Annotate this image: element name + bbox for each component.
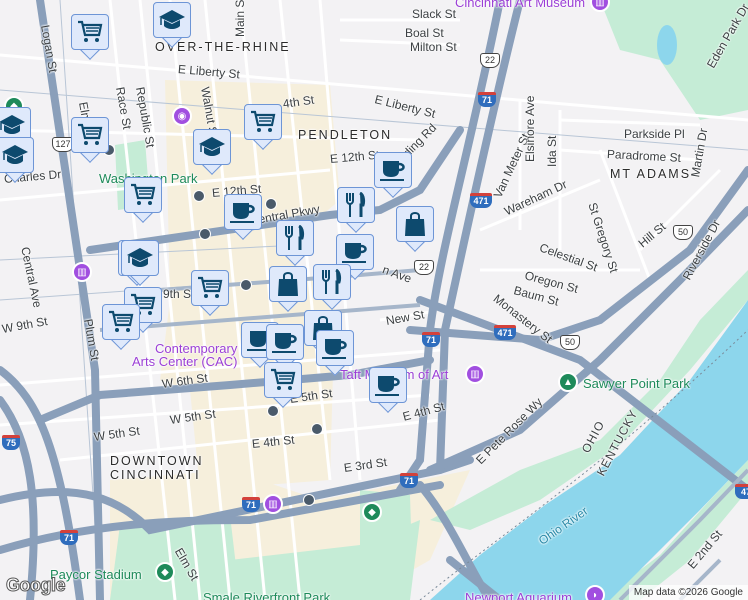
grocery-cart-icon	[71, 117, 109, 153]
street-label: Ida St	[545, 135, 559, 167]
coffee-cup-marker[interactable]	[224, 194, 262, 240]
shopping-bag-icon	[396, 206, 434, 242]
museum-icon[interactable]: ▥	[263, 494, 283, 514]
fork-knife-icon	[313, 264, 351, 300]
grocery-cart-marker[interactable]	[71, 14, 109, 60]
interstate-471-shield: 471	[470, 193, 492, 208]
museum-icon[interactable]: ▥	[465, 364, 485, 384]
fork-knife-marker[interactable]	[337, 187, 375, 233]
poi-label-aquarium[interactable]: Newport Aquarium	[465, 590, 572, 600]
grocery-cart-icon	[191, 270, 229, 306]
museum-icon[interactable]: ▥	[72, 262, 92, 282]
interstate-75-shield: 75	[2, 435, 20, 450]
tree-icon[interactable]: ▲	[558, 372, 578, 392]
grocery-cart-marker[interactable]	[191, 270, 229, 316]
coffee-cup-icon	[266, 324, 304, 360]
coffee-cup-marker[interactable]	[316, 330, 354, 376]
neighborhood-label: PENDLETON	[298, 128, 393, 142]
grocery-cart-icon	[264, 362, 302, 398]
us-22-shield: 22	[480, 53, 500, 68]
stadium-icon[interactable]: ◆	[362, 502, 382, 522]
coffee-cup-icon	[224, 194, 262, 230]
stadium-icon[interactable]: ◆	[155, 562, 175, 582]
transit-icon[interactable]	[240, 279, 252, 291]
shopping-bag-icon	[269, 266, 307, 302]
poi-label-cac[interactable]: Arts Center (CAC)	[132, 354, 237, 369]
coffee-cup-icon	[316, 330, 354, 366]
grocery-cart-icon	[71, 14, 109, 50]
transit-icon[interactable]	[193, 190, 205, 202]
neighborhood-label: CINCINNATI	[110, 468, 201, 482]
transit-icon[interactable]	[311, 423, 323, 435]
grocery-cart-icon	[124, 177, 162, 213]
poi-label-sawyer-point[interactable]: Sawyer Point Park	[583, 376, 690, 391]
graduation-cap-marker[interactable]	[193, 129, 231, 175]
google-logo[interactable]: Google	[6, 575, 67, 596]
neighborhood-label: DOWNTOWN	[110, 454, 204, 468]
coffee-cup-icon	[374, 152, 412, 188]
coffee-cup-marker[interactable]	[369, 367, 407, 413]
grocery-cart-icon	[102, 304, 140, 340]
neighborhood-label: MT ADAMS	[610, 167, 692, 181]
street-label: Slack St	[412, 7, 457, 21]
graduation-cap-marker[interactable]	[153, 2, 191, 48]
grocery-cart-marker[interactable]	[102, 304, 140, 350]
street-label: Parkside Pl	[624, 127, 685, 141]
interstate-71-shield: 71	[60, 530, 78, 545]
graduation-cap-marker[interactable]	[121, 240, 159, 286]
graduation-cap-icon	[193, 129, 231, 165]
interstate-471-shield: 471	[494, 325, 516, 340]
shopping-bag-marker[interactable]	[269, 266, 307, 312]
us-50-shield: 50	[673, 225, 693, 240]
poi-label-art-museum[interactable]: Cincinnati Art Museum	[455, 0, 585, 10]
shopping-bag-marker[interactable]	[396, 206, 434, 252]
interstate-71-shield: 71	[242, 497, 260, 512]
transit-icon[interactable]	[303, 494, 315, 506]
street-label: Elsinore Ave	[523, 95, 537, 163]
grocery-cart-icon	[244, 104, 282, 140]
grocery-cart-marker[interactable]	[71, 117, 109, 163]
interstate-471-shield: 47	[735, 484, 748, 499]
grocery-cart-marker[interactable]	[124, 177, 162, 223]
street-label: Main St	[233, 0, 247, 37]
interstate-71-shield: 71	[400, 473, 418, 488]
grocery-cart-marker[interactable]	[244, 104, 282, 150]
us-50-shield: 50	[560, 335, 580, 350]
camera-icon[interactable]: ◉	[172, 106, 192, 126]
coffee-cup-icon	[369, 367, 407, 403]
fork-knife-marker[interactable]	[313, 264, 351, 310]
fork-knife-icon	[337, 187, 375, 223]
graduation-cap-icon	[0, 137, 34, 173]
grocery-cart-marker[interactable]	[264, 362, 302, 408]
graduation-cap-icon	[121, 240, 159, 276]
us-22-shield: 22	[414, 260, 434, 275]
coffee-cup-marker[interactable]	[374, 152, 412, 198]
fork-knife-icon	[276, 220, 314, 256]
transit-icon[interactable]	[199, 228, 211, 240]
interstate-71-shield: 71	[478, 92, 496, 107]
interstate-71-shield: 71	[422, 332, 440, 347]
street-label: Milton St	[410, 40, 457, 54]
street-label: Boal St	[405, 26, 444, 40]
map[interactable]: OVER-THE-RHINE PENDLETON MT ADAMS DOWNTO…	[0, 0, 748, 600]
graduation-cap-icon	[153, 2, 191, 38]
fish-icon[interactable]: ◗	[585, 585, 605, 600]
graduation-cap-marker[interactable]	[0, 137, 34, 183]
street-label: 9th St	[163, 287, 195, 301]
fork-knife-marker[interactable]	[276, 220, 314, 266]
map-data-credit[interactable]: Map data ©2026 Google	[628, 585, 748, 600]
transit-icon[interactable]	[265, 198, 277, 210]
poi-label-smale[interactable]: Smale Riverfront Park	[203, 590, 330, 600]
